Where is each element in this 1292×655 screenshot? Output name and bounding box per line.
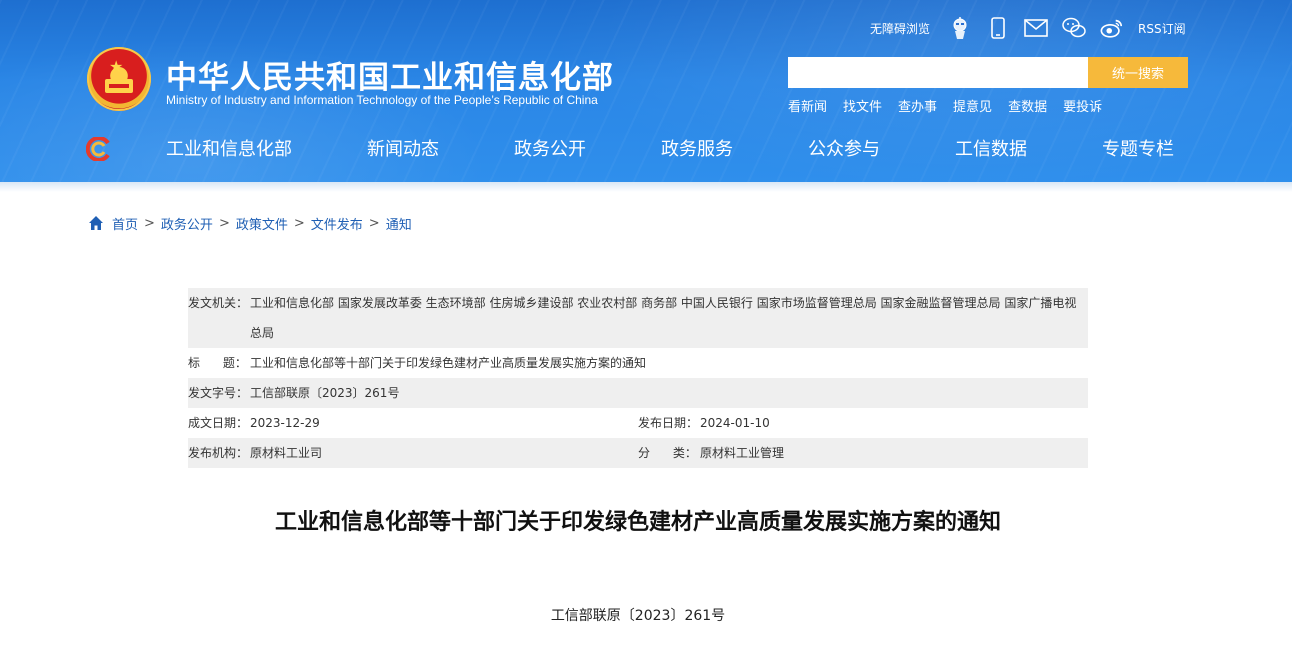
title-label: 标 题： (188, 356, 247, 370)
breadcrumb-separator: > (218, 215, 230, 231)
search-button[interactable]: 统一搜索 (1088, 57, 1188, 88)
meta-row-dates: 成文日期： 2023-12-29 发布日期： 2024-01-10 (188, 408, 1088, 438)
nav-item-participation[interactable]: 公众参与 (792, 134, 896, 166)
site-header: ★ 中华人民共和国工业和信息化部 Ministry of Industry an… (0, 0, 1292, 182)
breadcrumb-gov-affairs[interactable]: 政务公开 (161, 214, 213, 233)
breadcrumb-separator: > (144, 215, 155, 231)
breadcrumb: 首页 > 政务公开 > 政策文件 > 文件发布 > 通知 (88, 213, 412, 233)
quick-link-data[interactable]: 查数据 (1008, 96, 1047, 115)
quick-link-complaint[interactable]: 要投诉 (1063, 96, 1102, 115)
weibo-icon[interactable] (1100, 16, 1124, 40)
robot-icon[interactable] (948, 16, 972, 40)
nav-item-miit[interactable]: 工业和信息化部 (150, 134, 308, 166)
miit-logo-icon[interactable] (85, 136, 112, 162)
nav-item-gov-affairs[interactable]: 政务公开 (498, 134, 602, 166)
mail-icon[interactable] (1024, 16, 1048, 40)
star-icon: ★ (109, 57, 124, 76)
mobile-icon[interactable] (986, 16, 1010, 40)
published-date-label: 发布日期： (638, 416, 699, 430)
main-nav: 工业和信息化部 新闻动态 政务公开 政务服务 公众参与 工信数据 专题专栏 (150, 134, 1190, 166)
meta-row-docno: 发文字号： 工信部联原〔2023〕261号 (188, 378, 1088, 408)
issuer-label: 发文机关： (188, 296, 249, 310)
docno-value: 工信部联原〔2023〕261号 (250, 386, 400, 400)
quick-links: 看新闻 找文件 查办事 提意见 查数据 要投诉 (788, 96, 1118, 115)
category-value: 原材料工业管理 (700, 446, 785, 460)
accessibility-link[interactable]: 无障碍浏览 (870, 20, 930, 37)
home-icon[interactable] (88, 215, 104, 231)
document-meta-table: 发文机关： 工业和信息化部 国家发展改革委 生态环境部 住房城乡建设部 农业农村… (188, 288, 1088, 468)
title-value: 工业和信息化部等十部门关于印发绿色建材产业高质量发展实施方案的通知 (250, 356, 647, 370)
nav-item-topics[interactable]: 专题专栏 (1086, 134, 1190, 166)
quick-link-news[interactable]: 看新闻 (788, 96, 827, 115)
wechat-icon[interactable] (1062, 16, 1086, 40)
category-label: 分 类： (638, 446, 697, 460)
breadcrumb-separator: > (293, 215, 305, 231)
breadcrumb-notice[interactable]: 通知 (386, 214, 412, 233)
meta-row-issuer: 发文机关： 工业和信息化部 国家发展改革委 生态环境部 住房城乡建设部 农业农村… (188, 288, 1088, 348)
breadcrumb-policy-files[interactable]: 政策文件 (236, 214, 288, 233)
header-divider (0, 182, 1292, 192)
nav-item-data[interactable]: 工信数据 (939, 134, 1043, 166)
quick-link-feedback[interactable]: 提意见 (953, 96, 992, 115)
rss-link[interactable]: RSS订阅 (1138, 20, 1186, 37)
breadcrumb-file-release[interactable]: 文件发布 (311, 214, 363, 233)
search-input[interactable] (788, 57, 1088, 88)
article-doc-number: 工信部联原〔2023〕261号 (550, 608, 726, 624)
quick-link-services[interactable]: 查办事 (898, 96, 937, 115)
breadcrumb-separator: > (368, 215, 380, 231)
site-title[interactable]: 中华人民共和国工业和信息化部 (166, 52, 614, 97)
meta-row-org: 发布机构： 原材料工业司 分 类： 原材料工业管理 (188, 438, 1088, 468)
created-date-label: 成文日期： (188, 416, 249, 430)
breadcrumb-home[interactable]: 首页 (112, 214, 138, 233)
site-subtitle: Ministry of Industry and Information Tec… (166, 93, 598, 107)
quick-link-files[interactable]: 找文件 (843, 96, 882, 115)
top-tools: 无障碍浏览 RSS订阅 (870, 16, 1186, 40)
org-value: 原材料工业司 (250, 446, 323, 460)
tiananmen-icon (105, 79, 133, 93)
article-title: 工业和信息化部等十部门关于印发绿色建材产业高质量发展实施方案的通知 (274, 510, 1001, 535)
published-date-value: 2024-01-10 (700, 416, 770, 430)
meta-row-title: 标 题： 工业和信息化部等十部门关于印发绿色建材产业高质量发展实施方案的通知 (188, 348, 1088, 378)
created-date-value: 2023-12-29 (250, 416, 320, 430)
org-label: 发布机构： (188, 446, 249, 460)
national-emblem-logo[interactable]: ★ (87, 47, 151, 111)
nav-item-news[interactable]: 新闻动态 (351, 134, 455, 166)
issuer-value: 工业和信息化部 国家发展改革委 生态环境部 住房城乡建设部 农业农村部 商务部 … (250, 296, 1077, 340)
docno-label: 发文字号： (188, 386, 249, 400)
nav-item-gov-services[interactable]: 政务服务 (645, 134, 749, 166)
